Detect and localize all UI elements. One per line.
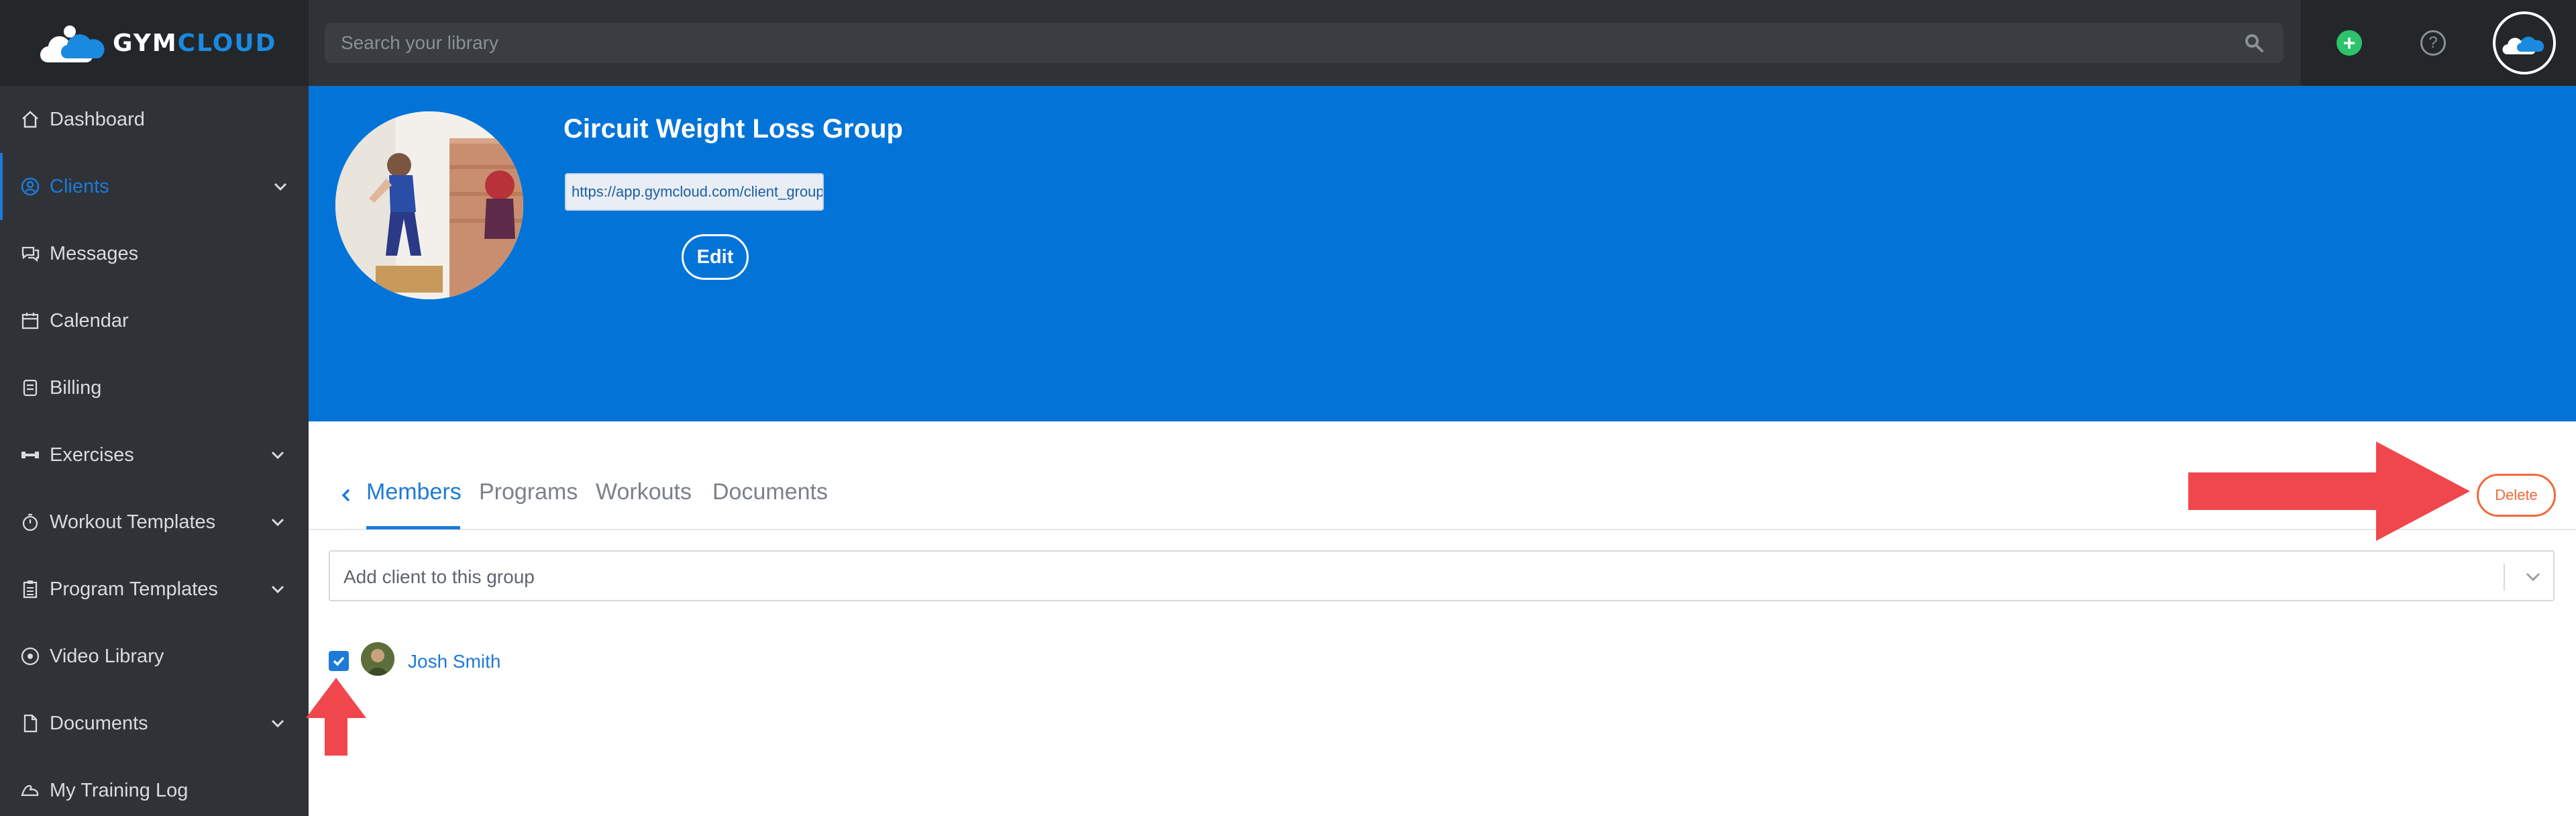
search-bar: [325, 23, 2284, 63]
user-circle-icon: [19, 175, 42, 198]
user-avatar-icon: [2502, 36, 2544, 54]
gymcloud-logo-icon: [36, 15, 111, 70]
add-client-placeholder: Add client to this group: [343, 566, 535, 587]
sidebar-item-label: Program Templates: [50, 578, 218, 600]
avatar[interactable]: [361, 642, 394, 676]
billing-icon: [19, 376, 42, 399]
select-divider: [2504, 564, 2505, 591]
sidebar-item-label: Billing: [50, 376, 102, 399]
sidebar-item-program-templates[interactable]: Program Templates: [0, 556, 309, 623]
top-actions: + ?: [2301, 0, 2576, 86]
check-icon: [333, 656, 345, 666]
chevron-down-icon[interactable]: [268, 714, 287, 733]
sidebar: Dashboard Clients Messages Calendar Bill…: [0, 86, 309, 816]
annotation-arrow-right-icon: [2188, 442, 2470, 541]
clipboard-icon: [19, 578, 42, 601]
sidebar-item-my-training-log[interactable]: My Training Log: [0, 757, 309, 816]
tab-workouts[interactable]: Workouts: [596, 479, 692, 505]
help-icon[interactable]: ?: [2420, 30, 2446, 56]
arm-icon: [19, 779, 42, 802]
dumbbell-icon: [19, 444, 42, 466]
member-checkbox[interactable]: [329, 651, 349, 671]
member-name-link[interactable]: Josh Smith: [408, 651, 501, 672]
home-icon: [19, 108, 42, 131]
sidebar-item-documents[interactable]: Documents: [0, 690, 309, 757]
sidebar-item-messages[interactable]: Messages: [0, 220, 309, 287]
sidebar-item-clients[interactable]: Clients: [0, 153, 309, 220]
tab-documents[interactable]: Documents: [712, 479, 828, 505]
sidebar-item-video-library[interactable]: Video Library: [0, 623, 309, 690]
sidebar-item-exercises[interactable]: Exercises: [0, 421, 309, 489]
delete-button[interactable]: Delete: [2477, 474, 2556, 517]
logo[interactable]: GYMCLOUD: [0, 0, 309, 86]
chevron-down-icon[interactable]: [268, 580, 287, 599]
search-icon[interactable]: [2241, 30, 2267, 56]
group-header: Circuit Weight Loss Group https://app.gy…: [309, 86, 2576, 421]
document-icon: [19, 712, 42, 735]
sidebar-item-label: Messages: [50, 242, 139, 264]
page-title: Circuit Weight Loss Group: [564, 114, 903, 144]
logo-text-cloud: CLOUD: [177, 29, 277, 57]
add-plus-icon[interactable]: +: [2337, 30, 2362, 56]
annotation-arrow-up-icon: [306, 678, 366, 756]
chevron-down-icon[interactable]: [2521, 565, 2545, 589]
chevron-down-icon[interactable]: [268, 446, 287, 464]
sidebar-item-label: Workout Templates: [50, 511, 216, 533]
sidebar-item-label: Documents: [50, 712, 148, 734]
sidebar-item-workout-templates[interactable]: Workout Templates: [0, 489, 309, 556]
member-avatar-image: [361, 642, 394, 676]
sidebar-item-label: Exercises: [50, 444, 134, 466]
avatar[interactable]: [2493, 11, 2556, 74]
chat-icon: [19, 242, 42, 265]
tab-programs[interactable]: Programs: [479, 479, 578, 505]
logo-text-gym: GYM: [113, 29, 178, 57]
sidebar-item-label: Calendar: [50, 309, 129, 332]
active-tab-indicator: [366, 526, 460, 529]
group-url-field[interactable]: https://app.gymcloud.com/client_groups/6: [565, 173, 824, 211]
sidebar-item-billing[interactable]: Billing: [0, 354, 309, 421]
edit-button[interactable]: Edit: [682, 234, 749, 280]
tab-members[interactable]: Members: [366, 479, 462, 505]
chevron-down-icon[interactable]: [271, 177, 290, 196]
stopwatch-icon: [19, 511, 42, 533]
logo-text: GYMCLOUD: [113, 30, 276, 57]
calendar-icon: [19, 309, 42, 332]
group-photo-image: [335, 111, 523, 299]
play-circle-icon: [19, 645, 42, 668]
sidebar-item-dashboard[interactable]: Dashboard: [0, 86, 309, 153]
add-client-select[interactable]: Add client to this group: [329, 550, 2555, 601]
sidebar-item-label: My Training Log: [50, 779, 189, 801]
search-input[interactable]: [341, 32, 2241, 54]
sidebar-item-calendar[interactable]: Calendar: [0, 287, 309, 354]
chevron-left-icon[interactable]: [333, 482, 360, 509]
group-photo[interactable]: [335, 111, 523, 299]
sidebar-item-label: Video Library: [50, 645, 164, 667]
top-bar: GYMCLOUD + ?: [0, 0, 2576, 86]
chevron-down-icon[interactable]: [268, 513, 287, 531]
sidebar-item-label: Dashboard: [50, 108, 145, 130]
sidebar-item-label: Clients: [50, 175, 109, 197]
